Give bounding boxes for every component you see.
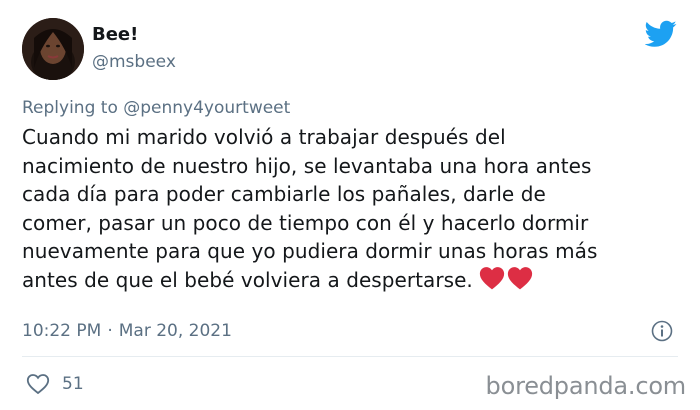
watermark: boredpanda.com: [485, 372, 687, 400]
like-count: 51: [62, 374, 84, 394]
tweet-line: nuevamente para que yo pudiera dormir un…: [22, 239, 598, 263]
replying-prefix: Replying to: [22, 98, 118, 118]
avatar-image: [22, 18, 84, 80]
tweet-time: 10:22 PM: [22, 321, 102, 341]
red-heart-icon: [507, 266, 532, 289]
divider: [22, 356, 678, 357]
tweet-line: Cuando mi marido volvió a trabajar despu…: [22, 125, 506, 149]
meta-separator: ·: [107, 321, 113, 341]
like-heart-icon[interactable]: [26, 373, 50, 395]
avatar[interactable]: [22, 18, 84, 80]
tweet-line-last: antes de que el bebé volviera a desperta…: [22, 266, 682, 298]
tweet-text: Cuando mi marido volvió a trabajar despu…: [22, 123, 682, 297]
replying-to: Replying to @penny4yourtweet: [22, 97, 290, 119]
tweet-line: nacimiento de nuestro hijo, se levantaba…: [22, 153, 592, 178]
twitter-bird-icon[interactable]: [645, 20, 677, 48]
tweet-line: cada día para poder cambiarle los pañale…: [22, 182, 546, 206]
reply-target-link[interactable]: @penny4yourtweet: [123, 98, 290, 118]
tweet-line-last-text: antes de que el bebé volviera a desperta…: [22, 267, 473, 292]
info-icon[interactable]: [651, 320, 673, 342]
heart-emojis: [479, 266, 535, 298]
red-heart-icon: [479, 266, 504, 289]
user-handle[interactable]: @msbeex: [92, 52, 176, 72]
tweet-card: Bee! @msbeex Replying to @penny4yourtwee…: [0, 0, 700, 410]
tweet-timestamp[interactable]: 10:22 PM · Mar 20, 2021: [22, 320, 232, 342]
tweet-date: Mar 20, 2021: [118, 321, 232, 341]
user-display-name[interactable]: Bee!: [92, 24, 138, 46]
tweet-line: comer, pasar un poco de tiempo con él y …: [22, 210, 589, 235]
